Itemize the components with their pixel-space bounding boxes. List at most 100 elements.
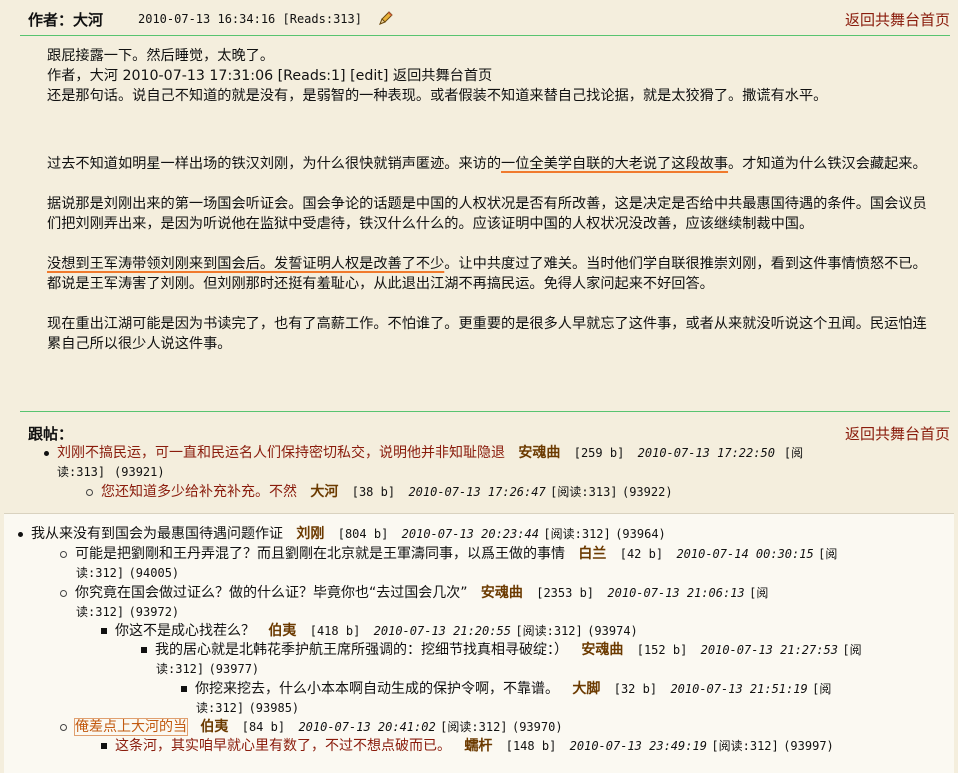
square-bullet-icon — [101, 628, 107, 634]
thread-link[interactable]: 我的居心就是北韩花季护航王席所强调的：挖细节找真相寻破绽：） — [155, 642, 568, 658]
thread-box: 我从来没有到国会为最惠国待遇问题作证 刘刚 [804 b] 2010-07-13… — [4, 513, 954, 773]
thread-id: (93974) — [587, 624, 638, 638]
thread-item: 我从来没有到国会为最惠国待遇问题作证 刘刚 [804 b] 2010-07-13… — [18, 525, 666, 544]
reply-link[interactable]: 您还知道多少给补充补充。不然 — [101, 484, 297, 500]
thread-reads: 读:312] — [156, 662, 205, 676]
reply-size: [259 b] — [573, 446, 625, 460]
post-paragraph: 过去不知道如明星一样出场的铁汉刘刚，为什么很快就销声匿迹。来访的一位全美学自联的… — [47, 154, 937, 174]
post-line: 作者，大河 2010-07-13 17:31:06 [Reads:1] [edi… — [47, 68, 493, 84]
square-bullet-icon — [141, 647, 147, 653]
underlined-text: 没想到王军涛带领刘刚来到国会后。发誓证明人权是改善了不少 — [47, 256, 445, 272]
thread-size: [148 b] — [505, 739, 557, 753]
thread-item: 可能是把劉剛和王丹弄混了？而且劉剛在北京就是王軍濤同事，以爲王做的事情 白兰 [… — [60, 545, 950, 564]
thread-size: [32 b] — [613, 682, 658, 696]
reply-author: 大河 — [310, 484, 339, 500]
thread-date: 2010-07-13 21:51:19 — [670, 682, 808, 696]
circle-bullet-icon — [86, 488, 93, 496]
circle-bullet-icon — [60, 723, 67, 731]
reply-date: 2010-07-13 17:26:47 — [408, 485, 546, 499]
thread-author: 伯夷 — [268, 623, 297, 639]
thread-date: 2010-07-13 20:23:44 — [401, 527, 539, 541]
thread-item-cont: 读:312] (93977) — [156, 660, 259, 679]
reply-reads: 读:313] — [57, 465, 106, 479]
circle-bullet-icon — [60, 550, 67, 558]
reply-reads: [阅 — [783, 446, 804, 460]
thread-id: (93985) — [248, 701, 300, 715]
thread-size: [152 b] — [636, 643, 688, 657]
thread-reads: [阅读:312] — [440, 720, 508, 734]
pencil-icon[interactable] — [378, 10, 394, 30]
thread-item-cont: 读:312] (93985) — [196, 699, 299, 718]
thread-size: [418 b] — [309, 624, 361, 638]
thread-item: 你究竟在国会做过证么？做的什么证？毕竟你也“去过国会几次” 安魂曲 [2353 … — [60, 584, 950, 603]
thread-reads: [阅 — [812, 682, 832, 696]
post-line: 还是那句话。说自己不知道的就是没有，是弱智的一种表现。或者假装不知道来替自己找论… — [47, 88, 828, 104]
replies-title: 跟帖： — [28, 425, 74, 443]
thread-date: 2010-07-13 23:49:19 — [569, 739, 707, 753]
underlined-text: 一位全美学自联的大老说了这段故事 — [501, 156, 729, 172]
thread-date: 2010-07-13 20:41:02 — [298, 720, 436, 734]
thread-reads: 读:312] — [196, 701, 245, 715]
thread-date: 2010-07-13 21:20:55 — [373, 624, 511, 638]
thread-reads: 读:312] — [76, 566, 125, 580]
reply-link[interactable]: 刘刚不搞民运，可一直和民运名人们保持密切私交，说明他并非知耻隐退 — [57, 445, 505, 461]
thread-id: (93964) — [615, 527, 666, 541]
post-line: 跟屁接露一下。然后睡觉，太晚了。 — [47, 48, 275, 64]
thread-size: [42 b] — [619, 547, 664, 561]
thread-author: 刘刚 — [296, 526, 325, 542]
bullet-icon — [18, 531, 23, 537]
thread-item: 你这不是成心找茬么？ 伯夷 [418 b] 2010-07-13 21:20:5… — [101, 622, 638, 641]
reply-item-cont: 读:313] (93921) — [57, 463, 165, 482]
thread-item: 这条河，其实咱早就心里有数了，不过不想点破而已。 蠕杆 [148 b] 2010… — [101, 737, 834, 756]
post-paragraph: 现在重出江湖可能是因为书读完了，也有了高薪工作。不怕谁了。更重要的是很多人早就忘… — [47, 316, 927, 352]
thread-id: (93997) — [783, 739, 834, 753]
divider — [20, 411, 950, 412]
thread-id: (93970) — [511, 720, 563, 734]
thread-reads: [阅读:312] — [543, 527, 611, 541]
thread-item: 我的居心就是北韩花季护航王席所强调的：挖细节找真相寻破绽：） 安魂曲 [152 … — [141, 641, 951, 660]
thread-link[interactable]: 你这不是成心找茬么？ — [115, 623, 255, 639]
thread-size: [2353 b] — [536, 586, 595, 600]
post-meta: 2010-07-13 16:34:16 [Reads:313] — [138, 12, 362, 26]
square-bullet-icon — [101, 743, 107, 749]
thread-reads: [阅 — [842, 643, 862, 657]
reply-author: 安魂曲 — [518, 445, 561, 461]
post-author-label: 作者：大河 — [28, 11, 104, 29]
reply-size: [38 b] — [351, 485, 396, 499]
square-bullet-icon — [181, 686, 187, 692]
thread-author: 蠕杆 — [464, 738, 493, 754]
thread-link[interactable]: 我从来没有到国会为最惠国待遇问题作证 — [31, 526, 283, 542]
thread-id: (94005) — [128, 566, 180, 580]
thread-date: 2010-07-13 21:27:53 — [700, 643, 838, 657]
reply-date: 2010-07-13 17:22:50 — [637, 446, 775, 460]
post-header: 作者：大河 2010-07-13 16:34:16 [Reads:313] 返回… — [0, 0, 958, 36]
thread-item: 你挖来挖去，什么小本本啊自动生成的保护令啊，不靠谱。 大脚 [32 b] 201… — [181, 680, 951, 699]
thread-link[interactable]: 你究竟在国会做过证么？做的什么证？毕竟你也“去过国会几次” — [75, 585, 468, 601]
reply-id: (93921) — [114, 465, 165, 479]
thread-author: 伯夷 — [200, 719, 229, 735]
back-to-home-link[interactable]: 返回共舞台首页 — [845, 9, 950, 30]
divider — [20, 35, 950, 36]
post-paragraph: 没想到王军涛带领刘刚来到国会后。发誓证明人权是改善了不少。让中共度过了难关。当时… — [47, 254, 937, 294]
thread-date: 2010-07-13 21:06:13 — [607, 586, 745, 600]
reply-id: (93922) — [621, 485, 673, 499]
thread-id: (93977) — [208, 662, 260, 676]
reply-item: 刘刚不搞民运，可一直和民运名人们保持密切私交，说明他并非知耻隐退 安魂曲 [25… — [44, 444, 904, 463]
thread-link[interactable]: 你挖来挖去，什么小本本啊自动生成的保护令啊，不靠谱。 — [195, 681, 559, 697]
thread-link[interactable]: 可能是把劉剛和王丹弄混了？而且劉剛在北京就是王軍濤同事，以爲王做的事情 — [75, 546, 565, 562]
thread-id: (93972) — [128, 605, 180, 619]
thread-link[interactable]: 俺差点上大河的当 — [74, 718, 188, 736]
bullet-icon — [44, 450, 49, 456]
thread-reads: [阅 — [818, 547, 838, 561]
thread-size: [84 b] — [241, 720, 286, 734]
thread-author: 安魂曲 — [581, 642, 624, 658]
back-to-home-link[interactable]: 返回共舞台首页 — [845, 423, 950, 444]
thread-author: 安魂曲 — [480, 585, 523, 601]
post-paragraph: 据说那是刘刚出来的第一场国会听证会。国会争论的话题是中国的人权状况是否有所改善，… — [47, 196, 927, 232]
thread-item-cont: 读:312] (94005) — [76, 564, 179, 583]
thread-link[interactable]: 这条河，其实咱早就心里有数了，不过不想点破而已。 — [115, 738, 451, 754]
reply-reads: [阅读:313] — [550, 485, 618, 499]
circle-bullet-icon — [60, 589, 67, 597]
thread-item-cont: 读:312] (93972) — [76, 603, 179, 622]
thread-item: 俺差点上大河的当 伯夷 [84 b] 2010-07-13 20:41:02 [… — [60, 718, 563, 737]
